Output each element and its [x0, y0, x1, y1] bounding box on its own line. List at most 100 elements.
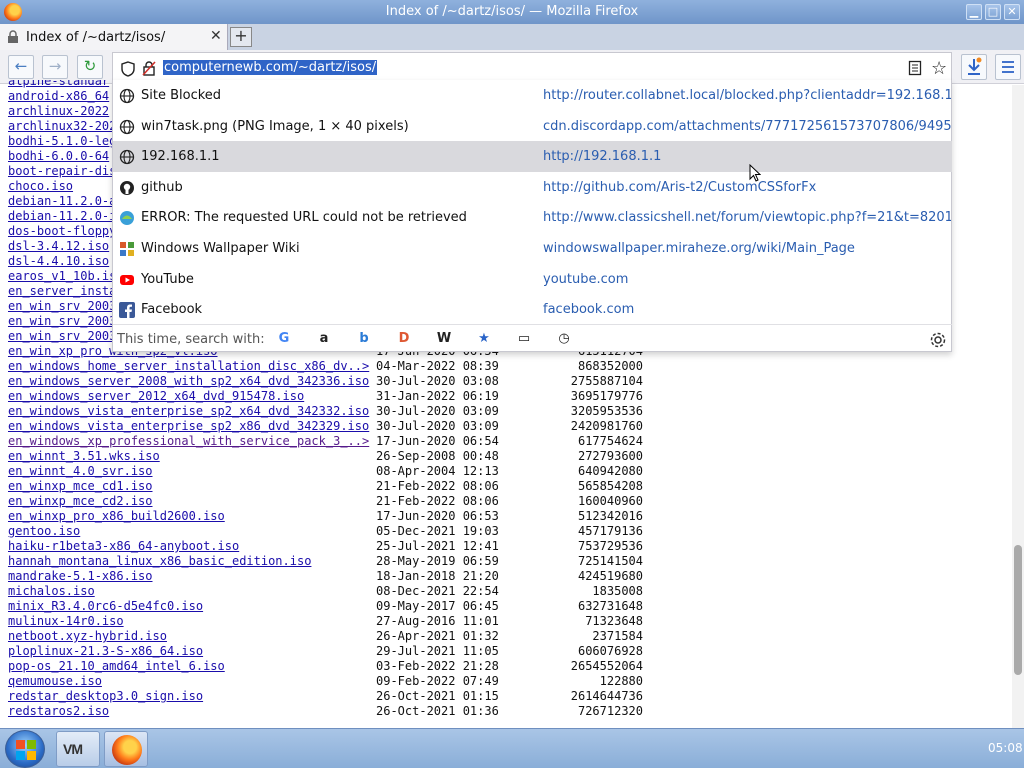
file-link[interactable]: android-x86_64	[8, 89, 109, 103]
downloads-button[interactable]	[961, 54, 987, 80]
wikipedia-icon[interactable]: W	[435, 330, 453, 348]
taskbar-vm-app[interactable]: VM	[56, 731, 100, 767]
forward-button[interactable]: →	[42, 55, 68, 79]
file-link[interactable]: netboot.xyz-hybrid.iso	[8, 629, 167, 643]
file-link[interactable]: michalos.iso	[8, 584, 95, 598]
file-link[interactable]: en_windows_server_2012_x64_dvd_915478.is…	[8, 389, 304, 403]
tab-active[interactable]: Index of /~dartz/isos/ ✕	[0, 24, 228, 50]
file-link[interactable]: en_windows_vista_enterprise_sp2_x64_dvd_…	[8, 404, 369, 418]
file-link[interactable]: mulinux-14r0.iso	[8, 614, 124, 628]
maximize-button[interactable]: □	[985, 4, 1001, 20]
file-link[interactable]: pop-os_21.10_amd64_intel_6.iso	[8, 659, 225, 673]
file-size: 868352000	[577, 359, 643, 373]
file-link[interactable]: en_win_srv_2003	[8, 314, 116, 328]
listing-row: en_windows_server_2012_x64_dvd_915478.is…	[8, 389, 643, 404]
suggestion-row[interactable]: win7task.png (PNG Image, 1 × 40 pixels) c…	[113, 111, 952, 142]
shield-icon[interactable]	[121, 61, 135, 77]
reader-view-icon[interactable]	[908, 60, 922, 76]
listing-row: en_winxp_pro_x86_build2600.iso 17-Jun-202…	[8, 509, 643, 524]
file-size: 640942080	[577, 464, 643, 478]
taskbar-firefox-app[interactable]	[104, 731, 148, 767]
bookmarks-icon[interactable]: ★	[475, 330, 493, 348]
hamburger-menu-icon	[1002, 61, 1014, 73]
file-link[interactable]: minix_R3.4.0rc6-d5e4fc0.iso	[8, 599, 203, 613]
file-link[interactable]: qemumouse.iso	[8, 674, 102, 688]
vm-app-label: VM	[63, 741, 83, 757]
file-link[interactable]: en_winxp_pro_x86_build2600.iso	[8, 509, 225, 523]
file-size: 2614644736	[570, 689, 643, 703]
close-window-button[interactable]: ✕	[1004, 4, 1020, 20]
scrollbar-thumb[interactable]	[1014, 545, 1022, 675]
file-link[interactable]: en_windows_home_server_installation_disc…	[8, 359, 369, 373]
file-link[interactable]: en_winnt_3.51.wks.iso	[8, 449, 160, 463]
amazon-icon[interactable]: a	[315, 330, 333, 348]
menu-button[interactable]	[995, 54, 1021, 80]
file-link[interactable]: en_win_srv_2003	[8, 299, 116, 313]
file-link[interactable]: haiku-r1beta3-x86_64-anyboot.iso	[8, 539, 239, 553]
reload-button[interactable]: ↻	[77, 55, 103, 79]
suggestion-row[interactable]: Site Blocked http://router.collabnet.loca…	[113, 80, 952, 111]
google-icon[interactable]: G	[275, 330, 293, 348]
file-date: 30-Jul-2020 03:08	[376, 374, 499, 388]
listing-row: en_win_srv_2003	[8, 314, 116, 329]
suggestion-row[interactable]: Windows Wallpaper Wiki windowswallpaper.m…	[113, 233, 952, 264]
bing-icon[interactable]: b	[355, 330, 373, 348]
suggestion-row[interactable]: github http://github.com/Aris-t2/CustomCS…	[113, 172, 952, 203]
file-link[interactable]: redstaros2.iso	[8, 704, 109, 718]
file-link[interactable]: archlinux-2022	[8, 104, 109, 118]
file-link[interactable]: en_windows_xp_professional_with_service_…	[8, 434, 369, 448]
file-link[interactable]: ploplinux-21.3-S-x86_64.iso	[8, 644, 203, 658]
file-link[interactable]: en_winxp_mce_cd1.iso	[8, 479, 153, 493]
suggestion-row[interactable]: Facebook facebook.com	[113, 294, 952, 325]
suggestion-row[interactable]: 192.168.1.1 http://192.168.1.1	[113, 141, 952, 173]
duckduckgo-icon[interactable]: D	[395, 330, 413, 348]
file-date: 05-Dec-2021 19:03	[376, 524, 499, 538]
file-size: 512342016	[577, 509, 643, 523]
start-button[interactable]	[5, 730, 45, 768]
history-icon[interactable]: ◷	[555, 330, 573, 348]
close-tab-icon[interactable]: ✕	[210, 28, 222, 44]
file-link[interactable]: hannah_montana_linux_x86_basic_edition.i…	[8, 554, 311, 568]
file-date: 30-Jul-2020 03:09	[376, 419, 499, 433]
file-link[interactable]: en_windows_vista_enterprise_sp2_x86_dvd_…	[8, 419, 369, 433]
minimize-button[interactable]: ▁	[966, 4, 982, 20]
file-link[interactable]: earos_v1_10b.is	[8, 269, 116, 283]
back-button[interactable]: ←	[8, 55, 34, 79]
file-link[interactable]: en_winnt_4.0_svr.iso	[8, 464, 153, 478]
file-link[interactable]: mandrake-5.1-x86.iso	[8, 569, 153, 583]
page-scrollbar[interactable]	[1012, 85, 1024, 728]
suggestion-url: http://192.168.1.1	[543, 149, 662, 165]
file-link[interactable]: dsl-4.4.10.iso	[8, 254, 109, 268]
file-link[interactable]: boot-repair-dis	[8, 164, 116, 178]
suggestion-row[interactable]: YouTube youtube.com	[113, 264, 952, 295]
file-date: 26-Sep-2008 00:48	[376, 449, 499, 463]
file-link[interactable]: en_winxp_mce_cd2.iso	[8, 494, 153, 508]
file-link[interactable]: choco.iso	[8, 179, 73, 193]
new-tab-button[interactable]: +	[230, 27, 252, 47]
suggestion-row[interactable]: ERROR: The requested URL could not be re…	[113, 202, 952, 233]
padlock-icon[interactable]	[142, 60, 156, 76]
file-link[interactable]: debian-11.2.0-i	[8, 209, 116, 223]
file-link[interactable]: bodhi-6.0.0-64	[8, 149, 109, 163]
file-link[interactable]: bodhi-5.1.0-leg	[8, 134, 116, 148]
title-bar: Index of /~dartz/isos/ — Mozilla Firefox…	[0, 0, 1024, 24]
search-settings-gear-icon[interactable]	[929, 331, 947, 349]
file-link[interactable]: en_server_insta	[8, 284, 116, 298]
file-link[interactable]: alpine-standar	[8, 80, 109, 88]
url-bar[interactable]: computernewb.com/~dartz/isos/ ☆	[112, 52, 952, 82]
url-input[interactable]: computernewb.com/~dartz/isos/	[163, 60, 378, 75]
file-link[interactable]: dsl-3.4.12.iso	[8, 239, 109, 253]
file-date: 21-Feb-2022 08:06	[376, 494, 499, 508]
file-link[interactable]: redstar_desktop3.0_sign.iso	[8, 689, 203, 703]
file-size: 725141504	[577, 554, 643, 568]
file-link[interactable]: gentoo.iso	[8, 524, 80, 538]
tabs-icon[interactable]: ▭	[515, 330, 533, 348]
bookmark-star-icon[interactable]: ☆	[931, 58, 947, 79]
listing-row: hannah_montana_linux_x86_basic_edition.i…	[8, 554, 643, 569]
file-link[interactable]: archlinux32-202	[8, 119, 116, 133]
file-link[interactable]: debian-11.2.0-a	[8, 194, 116, 208]
suggestion-url: windowswallpaper.miraheze.org/wiki/Main_…	[543, 241, 855, 256]
file-link[interactable]: en_windows_server_2008_with_sp2_x64_dvd_…	[8, 374, 369, 388]
file-link[interactable]: dos-boot-floppy	[8, 224, 116, 238]
facebook-icon	[119, 302, 135, 319]
